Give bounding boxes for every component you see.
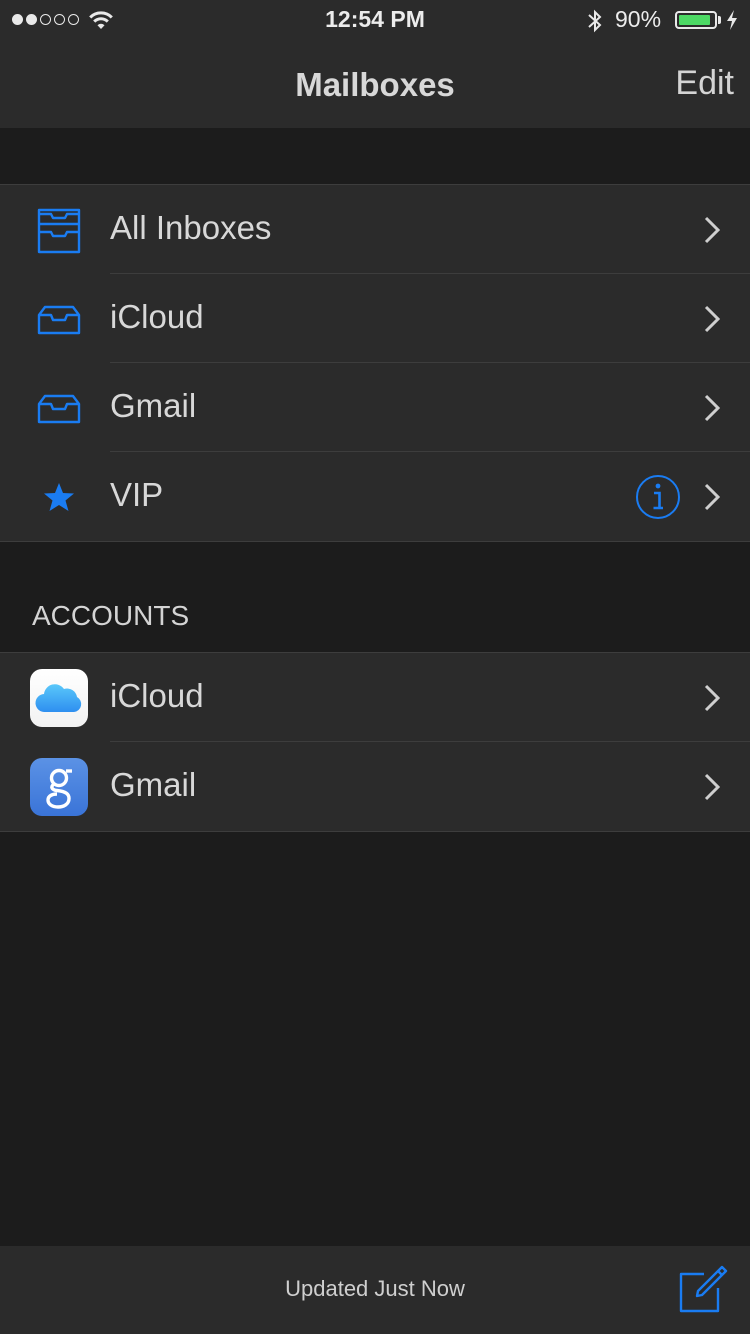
google-app-icon-wrapper [30, 758, 88, 816]
compose-icon[interactable] [678, 1264, 728, 1314]
mailbox-row-icloud[interactable]: iCloud [0, 274, 750, 363]
mailbox-label: All Inboxes [110, 209, 272, 246]
inbox-tray-icon [30, 379, 88, 437]
star-icon [30, 468, 88, 526]
bluetooth-icon [588, 9, 602, 33]
mailbox-row-all-inboxes[interactable]: All Inboxes [0, 185, 750, 274]
chevron-right-icon [704, 773, 720, 801]
battery-fill [679, 15, 710, 25]
accounts-list: iCloud Gmail [0, 652, 750, 832]
accounts-section-header: ACCOUNTS [32, 600, 190, 631]
navigation-bar: Mailboxes Edit [0, 40, 750, 128]
mailbox-label: iCloud [110, 298, 204, 335]
mailbox-row-vip[interactable]: VIP [0, 452, 750, 541]
status-bar: 12:54 PM 90% [0, 0, 750, 40]
icloud-app-icon [30, 669, 88, 727]
chevron-right-icon [704, 684, 720, 712]
account-label: iCloud [110, 677, 204, 714]
battery-icon [675, 11, 717, 29]
account-row-gmail[interactable]: Gmail [0, 742, 750, 831]
info-icon[interactable] [635, 474, 681, 520]
all-inboxes-tray-icon [30, 201, 88, 259]
google-app-icon [30, 758, 88, 816]
inbox-tray-icon [30, 290, 88, 348]
battery-nub [718, 16, 721, 24]
chevron-right-icon [704, 305, 720, 333]
mailbox-label: VIP [110, 476, 164, 513]
chevron-right-icon [704, 483, 720, 511]
mailbox-row-gmail[interactable]: Gmail [0, 363, 750, 452]
edit-button[interactable]: Edit [675, 64, 734, 103]
update-status: Updated Just Now [285, 1276, 465, 1301]
account-row-icloud[interactable]: iCloud [0, 653, 750, 742]
mailboxes-list: All Inboxes iCloud Gmail VIP [0, 184, 750, 542]
chevron-right-icon [704, 394, 720, 422]
page-title: Mailboxes [295, 66, 455, 103]
battery-percentage: 90% [615, 6, 662, 32]
mailbox-label: Gmail [110, 387, 197, 424]
icloud-app-icon-wrapper [30, 669, 88, 727]
account-label: Gmail [110, 766, 197, 803]
charging-bolt-icon [727, 10, 737, 30]
bottom-toolbar: Updated Just Now [0, 1246, 750, 1334]
chevron-right-icon [704, 216, 720, 244]
